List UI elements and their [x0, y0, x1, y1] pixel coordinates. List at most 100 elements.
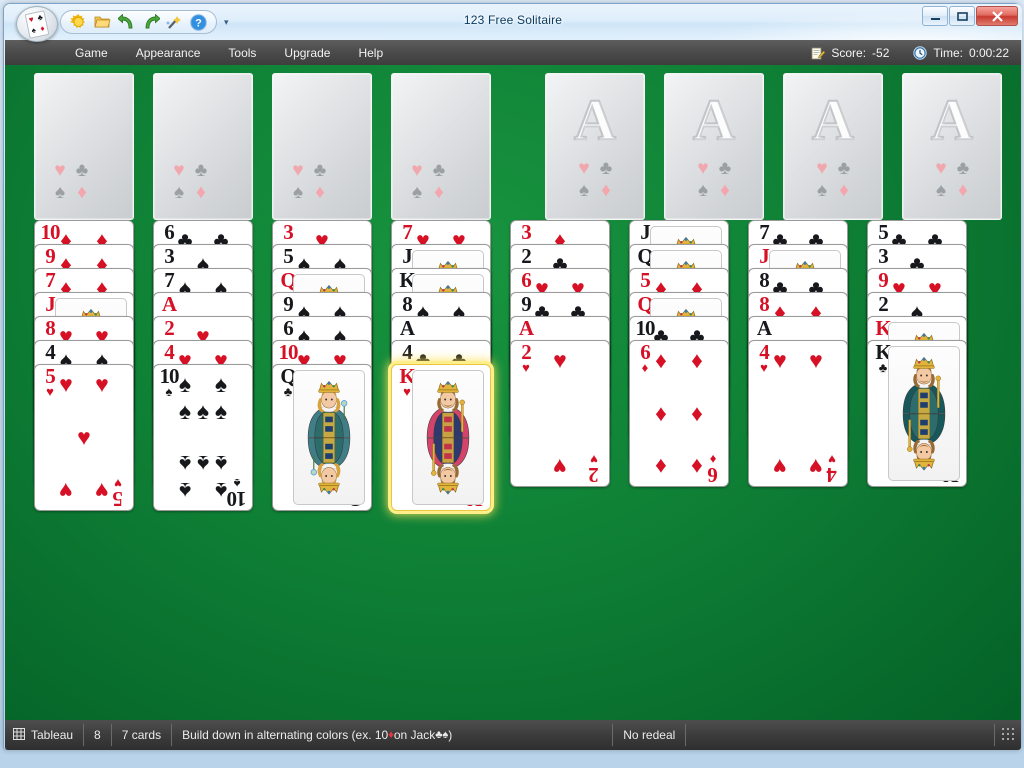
- tableau-column-4[interactable]: 7♥7♥♥♥♥♥♥♥♥J♣J♣: [391, 220, 491, 511]
- heart-icon: ♥: [553, 453, 567, 480]
- club-icon: ♣: [75, 159, 89, 181]
- status-cards-count: 7 cards: [112, 724, 173, 746]
- card-5-of-hearts[interactable]: 5 ♥ 5 ♥ ♥ ♥ ♥ ♥ ♥: [34, 364, 134, 511]
- card-queen-of-clubs[interactable]: Q♣Q♣: [272, 364, 372, 511]
- status-rule-pre: Build down in alternating colors (ex. 10: [182, 728, 389, 742]
- card-4-of-hearts[interactable]: 4♥4♥♥♥♥♥: [748, 340, 848, 487]
- app-orb-button[interactable]: ♥ ♣ ♠ ♦: [16, 6, 58, 42]
- menu-item-appearance[interactable]: Appearance: [124, 42, 213, 64]
- spade-icon: ♠: [196, 397, 210, 424]
- toolbar-strip: ?: [60, 10, 217, 34]
- tableau-column-3[interactable]: 3♥3♥♥♥♥5♠5♠♠♠♠♠♠Q♦Q♦: [272, 220, 372, 511]
- tableau-column-6[interactable]: J♠J♠: [629, 220, 729, 487]
- club-icon: ♣: [718, 157, 732, 179]
- score-value: -52: [872, 45, 890, 60]
- foundation-ace-placeholder: A: [573, 86, 617, 153]
- card-2-of-hearts[interactable]: 2♥2♥♥♥: [510, 340, 610, 487]
- freecell-4[interactable]: ♥ ♣ ♠ ♦: [391, 73, 491, 220]
- card-6-of-diamonds[interactable]: 6 ♦ 6 ♦ ♦ ♦ ♦ ♦ ♦ ♦: [629, 340, 729, 487]
- grid-icon: [13, 727, 25, 743]
- heart-icon: ♥: [59, 477, 73, 504]
- resize-grip[interactable]: [1001, 727, 1017, 743]
- freecell-3[interactable]: ♥ ♣ ♠ ♦: [272, 73, 372, 220]
- help-icon[interactable]: ?: [189, 13, 208, 32]
- window-controls: [922, 6, 1018, 26]
- spade-icon: ♠: [196, 451, 210, 478]
- diamond-icon: ♦: [434, 181, 444, 203]
- suit-cluster-icon: ♥ ♣ ♠ ♦: [49, 159, 93, 203]
- open-folder-icon[interactable]: [93, 13, 112, 32]
- spade-icon: ♠: [935, 179, 947, 201]
- undo-icon[interactable]: [117, 13, 136, 32]
- redo-icon[interactable]: [141, 13, 160, 32]
- foundation-3[interactable]: A ♥ ♣ ♠ ♦: [783, 73, 883, 220]
- tableau-column-8[interactable]: 5♣5♣♣♣♣♣♣3♣3♣♣♣♣9♥9♥♥♥♥♥♥♥♥♥♥2♠2♠♠♠K♦K♦: [867, 220, 967, 487]
- club-icon: ♣: [837, 157, 851, 179]
- new-game-icon[interactable]: [69, 13, 88, 32]
- spade-icon: ♠: [214, 477, 228, 504]
- spade-icon: ♠: [411, 181, 423, 203]
- heart-icon: ♥: [809, 453, 823, 480]
- freecell-2[interactable]: ♥ ♣ ♠ ♦: [153, 73, 253, 220]
- suit-cluster-icon: ♥ ♣ ♠ ♦: [811, 157, 855, 201]
- minimize-button[interactable]: [922, 6, 948, 26]
- card-pip-field: ♠ ♠ ♠ ♠ ♠ ♠ ♠ ♠ ♠ ♠: [176, 371, 230, 504]
- diamond-icon: ♦: [655, 347, 667, 374]
- foundation-2[interactable]: A ♥ ♣ ♠ ♦: [664, 73, 764, 220]
- menu-item-upgrade[interactable]: Upgrade: [272, 42, 342, 64]
- status-bar: Tableau 8 7 cards Build down in alternat…: [5, 720, 1021, 750]
- menu-item-game[interactable]: Game: [63, 42, 120, 64]
- club-spade-icon: ♣♠: [435, 729, 449, 741]
- maximize-button[interactable]: [949, 6, 975, 26]
- status-rule-post: ): [448, 728, 453, 742]
- spade-icon: ♠: [578, 179, 590, 201]
- tableau-column-1[interactable]: 10♦10♦♦♦♦♦♦♦♦♦♦♦9♦9♦♦♦♦♦♦♦♦♦♦7♦7♦♦♦♦♦♦♦♦…: [34, 220, 134, 511]
- club-icon: ♣: [194, 159, 208, 181]
- menu-item-tools[interactable]: Tools: [216, 42, 268, 64]
- face-art-bottom: [413, 437, 483, 505]
- diamond-icon: ♦: [77, 181, 87, 203]
- foundation-4[interactable]: A ♥ ♣ ♠ ♦: [902, 73, 1002, 220]
- foundation-1[interactable]: A ♥ ♣ ♠ ♦: [545, 73, 645, 220]
- close-button[interactable]: [976, 6, 1018, 26]
- status-pile-count: 8: [84, 724, 112, 746]
- heart-icon: ♥: [59, 371, 73, 398]
- freecell-1[interactable]: ♥ ♣ ♠ ♦: [34, 73, 134, 220]
- status-rule: Build down in alternating colors (ex. 10…: [172, 724, 614, 746]
- diamond-icon: ♦: [691, 347, 703, 374]
- quick-access-toolbar: ? ▾: [60, 9, 229, 35]
- tableau-column-2[interactable]: 6♣6♣♣♣♣♣♣♣3♠3♠♠♠♠7♠7♠♠♠♠♠♠♠♠A♥A♥♥2♥2♥♥♥4…: [153, 220, 253, 511]
- diamond-icon: ♦: [315, 181, 325, 203]
- face-art-bottom: [889, 413, 959, 481]
- face-art-top: [889, 347, 959, 414]
- hint-wand-icon[interactable]: [165, 13, 184, 32]
- toolbar-overflow-chevron-down-icon[interactable]: ▾: [224, 17, 229, 28]
- card-king-of-hearts[interactable]: K♥K♥: [391, 364, 491, 511]
- tableau-column-7[interactable]: 7♣7♣♣♣♣♣♣♣♣J♥J♥: [748, 220, 848, 487]
- card-face-artwork: [888, 346, 960, 481]
- svg-text:?: ?: [195, 17, 202, 29]
- score-label: Score:: [831, 45, 867, 60]
- spade-icon: ♠: [173, 181, 185, 203]
- card-pip-field: ♥♥: [533, 347, 587, 480]
- heart-icon: ♥: [578, 157, 590, 179]
- suit-cluster-icon: ♥ ♣ ♠ ♦: [573, 157, 617, 201]
- time-label: Time:: [933, 45, 963, 60]
- menu-item-help[interactable]: Help: [346, 42, 395, 64]
- card-10-of-spades[interactable]: 10 ♠ 10 ♠ ♠ ♠ ♠ ♠ ♠ ♠ ♠ ♠ ♠ ♠: [153, 364, 253, 511]
- heart-icon: ♥: [173, 159, 185, 181]
- spade-icon: ♠: [178, 477, 192, 504]
- diamond-icon: ♦: [655, 453, 667, 480]
- diamond-icon: ♦: [655, 400, 667, 427]
- card-pip-field: ♥ ♥ ♥ ♥ ♥: [57, 371, 111, 504]
- heart-icon: ♥: [292, 159, 304, 181]
- tableau-column-5[interactable]: 3♦3♦♦♦♦2♣2♣♣♣6♥6♥♥♥♥♥♥♥9♣9♣♣♣♣♣♣♣♣♣♣A♦A♦…: [510, 220, 610, 487]
- suit-cluster-icon: ♥ ♣ ♠ ♦: [168, 159, 212, 203]
- orb-card-icon: ♥ ♣ ♠ ♦: [24, 9, 50, 39]
- foundation-ace-placeholder: A: [811, 86, 855, 153]
- card-king-of-clubs[interactable]: K♣K♣: [867, 340, 967, 487]
- status-redeal: No redeal: [613, 724, 687, 746]
- header-stats: Score: -52 Time: 0:00:22: [811, 40, 1009, 65]
- face-art-bottom: [294, 437, 364, 505]
- suit-cluster-icon: ♥ ♣ ♠ ♦: [930, 157, 974, 201]
